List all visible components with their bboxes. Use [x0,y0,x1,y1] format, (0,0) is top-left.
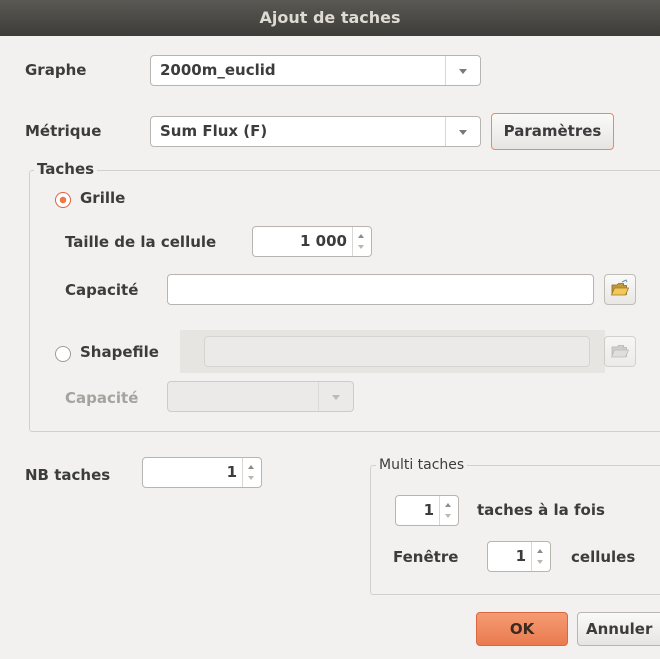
spin-arrows[interactable] [531,542,550,571]
spin-up-icon[interactable] [358,234,364,238]
nb-taches-spinbox[interactable]: 1 [142,457,262,488]
graphe-dropdown-button[interactable] [445,56,480,85]
multi-taches-group-title: Multi taches [376,457,468,473]
grille-label[interactable]: Grille [80,189,125,207]
metrique-value: Sum Flux (F) [160,122,268,140]
capacite-grille-label: Capacité [65,281,139,299]
cellules-label: cellules [571,548,636,566]
capacite-grille-input[interactable] [167,274,594,305]
dialog-titlebar: Ajout de taches [0,0,660,36]
metrique-combobox[interactable]: Sum Flux (F) [150,116,481,147]
ok-button[interactable]: OK [476,612,568,646]
nb-taches-value: 1 [226,463,237,481]
multi-taches-groupbox [370,465,660,595]
dialog-title: Ajout de taches [259,8,401,27]
spin-up-icon[interactable] [537,549,543,553]
shapefile-browse-button[interactable] [604,336,636,367]
spin-arrows[interactable] [242,458,261,487]
spin-up-icon[interactable] [248,465,254,469]
taille-cellule-spinbox[interactable]: 1 000 [252,226,372,257]
metrique-label: Métrique [25,122,102,140]
capacite-browse-button[interactable] [604,274,636,305]
taches-a-la-fois-value: 1 [423,501,434,519]
shapefile-label[interactable]: Shapefile [80,343,159,361]
grille-radio[interactable] [55,192,71,208]
spin-arrows[interactable] [352,227,371,256]
taille-cellule-value: 1 000 [300,232,347,250]
shapefile-radio[interactable] [55,346,71,362]
capacite-shapefile-dropdown-button[interactable] [318,382,353,411]
graphe-combobox[interactable]: 2000m_euclid [150,55,481,86]
spin-arrows[interactable] [439,496,458,525]
folder-open-icon [610,279,630,296]
spin-down-icon[interactable] [248,476,254,480]
chevron-down-icon [459,69,467,74]
capacite-shapefile-combobox[interactable] [167,381,354,412]
taches-a-la-fois-label: taches à la fois [477,501,605,519]
annuler-button[interactable]: Annuler [577,612,660,646]
spin-down-icon[interactable] [358,245,364,249]
spin-down-icon[interactable] [445,514,451,518]
fenetre-spinbox[interactable]: 1 [487,541,551,572]
graphe-value: 2000m_euclid [160,61,276,79]
metrique-dropdown-button[interactable] [445,117,480,146]
graphe-label: Graphe [25,61,87,79]
shapefile-path-input[interactable] [204,336,590,367]
capacite-shapefile-label: Capacité [65,389,139,407]
folder-open-icon [610,345,630,358]
spin-down-icon[interactable] [537,560,543,564]
taille-cellule-label: Taille de la cellule [65,233,217,251]
parametres-button[interactable]: Paramètres [491,113,614,150]
spin-up-icon[interactable] [445,503,451,507]
taches-a-la-fois-spinbox[interactable]: 1 [395,495,459,526]
fenetre-value: 1 [515,547,526,565]
chevron-down-icon [459,130,467,135]
taches-group-title: Taches [34,160,98,178]
chevron-down-icon [332,395,340,400]
nb-taches-label: NB taches [25,466,111,484]
fenetre-label: Fenêtre [393,548,459,566]
